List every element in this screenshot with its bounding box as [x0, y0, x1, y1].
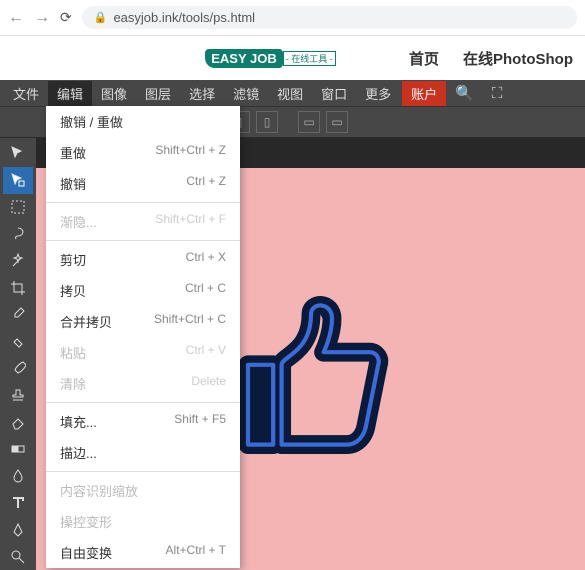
tool-artboard[interactable]: [3, 167, 33, 194]
menu-item: 渐隐...Shift+Ctrl + F: [46, 206, 240, 237]
menu-item[interactable]: 自由变换Alt+Ctrl + T: [46, 537, 240, 568]
lock-icon: 🔒: [94, 11, 108, 24]
menu-item: 清除Delete: [46, 368, 240, 399]
reload-icon[interactable]: ⟳: [60, 9, 72, 26]
menu-window[interactable]: 窗口: [312, 81, 356, 106]
site-logo[interactable]: EASY JOB - 在线工具 -: [205, 49, 336, 68]
tool-lasso[interactable]: [3, 221, 33, 248]
tool-crop[interactable]: [3, 274, 33, 301]
tool-zoom[interactable]: [3, 543, 33, 570]
tool-gradient[interactable]: [3, 436, 33, 463]
url-text: easyjob.ink/tools/ps.html: [113, 10, 255, 25]
tool-blur[interactable]: [3, 463, 33, 490]
tool-eyedropper[interactable]: [3, 301, 33, 328]
menu-item: 操控变形: [46, 506, 240, 537]
tool-heal[interactable]: [3, 328, 33, 355]
menu-item[interactable]: 撤销Ctrl + Z: [46, 168, 240, 199]
menu-item[interactable]: 重做Shift+Ctrl + Z: [46, 137, 240, 168]
edit-dropdown: 撤销 / 重做重做Shift+Ctrl + Z撤销Ctrl + Z 渐隐...Sh…: [46, 106, 240, 568]
tool-move[interactable]: [3, 140, 33, 167]
tool-pen[interactable]: [3, 516, 33, 543]
back-icon[interactable]: ←: [8, 9, 24, 27]
menu-item: 内容识别缩放: [46, 475, 240, 506]
menu-view[interactable]: 视图: [268, 81, 312, 106]
fullscreen-icon[interactable]: ⛶: [483, 82, 512, 105]
menubar: 文件 编辑 图像 图层 选择 滤镜 视图 窗口 更多 账户 🔍 ⛶: [0, 80, 585, 106]
menu-more[interactable]: 更多: [356, 81, 400, 106]
menu-select[interactable]: 选择: [180, 81, 224, 106]
menu-image[interactable]: 图像: [92, 81, 136, 106]
search-icon[interactable]: 🔍: [446, 81, 483, 105]
menu-account[interactable]: 账户: [402, 81, 446, 106]
menu-item[interactable]: 剪切Ctrl + X: [46, 244, 240, 275]
align-mid-icon[interactable]: ▭: [326, 111, 348, 133]
menu-item[interactable]: 拷贝Ctrl + C: [46, 275, 240, 306]
menu-item[interactable]: 合并拷贝Shift+Ctrl + C: [46, 306, 240, 337]
menu-item[interactable]: 撤销 / 重做: [46, 106, 240, 137]
tool-brush[interactable]: [3, 355, 33, 382]
menu-item: 粘贴Ctrl + V: [46, 337, 240, 368]
tool-wand[interactable]: [3, 248, 33, 275]
menu-item[interactable]: 描边...: [46, 437, 240, 468]
menu-layer[interactable]: 图层: [136, 81, 180, 106]
tool-type[interactable]: [3, 489, 33, 516]
menu-item[interactable]: 填充...Shift + F5: [46, 406, 240, 437]
nav-photoshop[interactable]: 在线PhotoShop: [463, 48, 573, 69]
tool-eraser[interactable]: [3, 409, 33, 436]
tool-marquee[interactable]: [3, 194, 33, 221]
align-right-icon[interactable]: ▯: [256, 111, 278, 133]
menu-file[interactable]: 文件: [4, 81, 48, 106]
menu-edit[interactable]: 编辑: [48, 81, 92, 106]
tool-stamp[interactable]: [3, 382, 33, 409]
align-top-icon[interactable]: ▭: [298, 111, 320, 133]
url-bar[interactable]: 🔒 easyjob.ink/tools/ps.html: [82, 6, 577, 29]
toolbar: [0, 138, 36, 570]
nav-home[interactable]: 首页: [409, 48, 439, 69]
forward-icon[interactable]: →: [34, 9, 50, 27]
menu-filter[interactable]: 滤镜: [224, 81, 268, 106]
